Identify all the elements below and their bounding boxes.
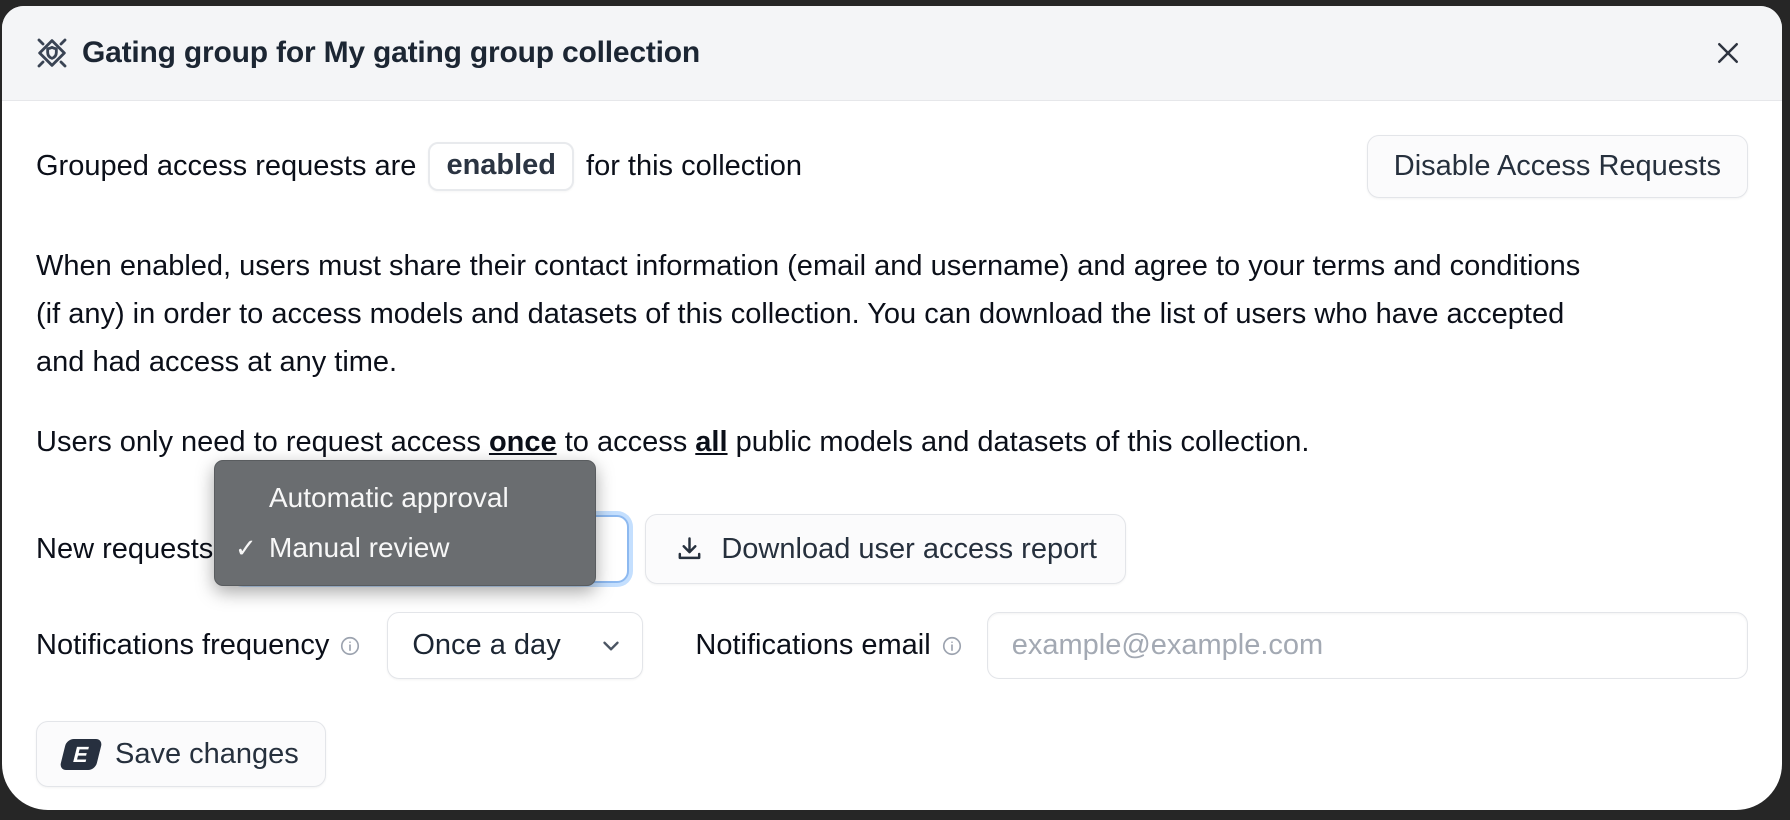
dropdown-option-label: Automatic approval [269,482,509,514]
p2-segment: to access [557,426,696,458]
close-icon [1713,38,1743,68]
dropdown-option-manual-review[interactable]: ✓ Manual review [215,523,595,573]
save-row: E Save changes [36,721,1748,787]
p2-segment: Users only need to request access [36,426,489,458]
disable-access-requests-button[interactable]: Disable Access Requests [1367,135,1748,198]
status-text-after: for this collection [586,150,802,183]
save-changes-button[interactable]: E Save changes [36,721,326,787]
p2-segment: public models and datasets of this colle… [728,426,1310,458]
notifications-frequency-select[interactable]: Once a day [387,612,643,679]
chevron-down-icon [598,633,624,659]
close-button[interactable] [1706,31,1750,75]
p2-all-emphasis: all [695,426,727,458]
notifications-row: Notifications frequency Once a day Notif… [36,612,1748,679]
info-icon [339,635,361,657]
save-button-label: Save changes [115,738,299,771]
download-user-access-report-button[interactable]: Download user access report [645,514,1126,584]
status-row: Grouped access requests are enabled for … [36,135,1748,198]
notifications-email-label: Notifications email [695,629,930,662]
selected-check-icon: ✓ [235,533,269,564]
new-requests-row: New requests: Download user access repor… [36,512,1748,586]
download-icon [674,534,705,565]
modal-body: Grouped access requests are enabled for … [2,101,1782,810]
dropdown-option-automatic-approval[interactable]: Automatic approval [215,473,595,523]
modal-header: Gating group for My gating group collect… [2,6,1782,101]
gated-shield-icon [32,33,72,73]
info-icon [941,635,963,657]
request-once-paragraph: Users only need to request access once t… [36,418,1748,466]
p2-once-emphasis: once [489,426,557,458]
download-button-label: Download user access report [721,533,1097,566]
new-requests-dropdown-popup: Automatic approval ✓ Manual review [214,460,596,586]
notifications-frequency-label: Notifications frequency [36,629,329,662]
dropdown-option-label: Manual review [269,532,450,564]
frequency-selected-value: Once a day [412,629,560,662]
gating-group-modal: Gating group for My gating group collect… [2,6,1782,810]
modal-title: Gating group for My gating group collect… [82,36,700,70]
enterprise-badge-icon: E [59,739,103,770]
status-badge: enabled [428,142,574,191]
notifications-email-input[interactable] [987,612,1748,679]
status-text-before: Grouped access requests are [36,150,416,183]
new-requests-label: New requests: [36,533,221,566]
description-paragraph: When enabled, users must share their con… [36,242,1581,386]
